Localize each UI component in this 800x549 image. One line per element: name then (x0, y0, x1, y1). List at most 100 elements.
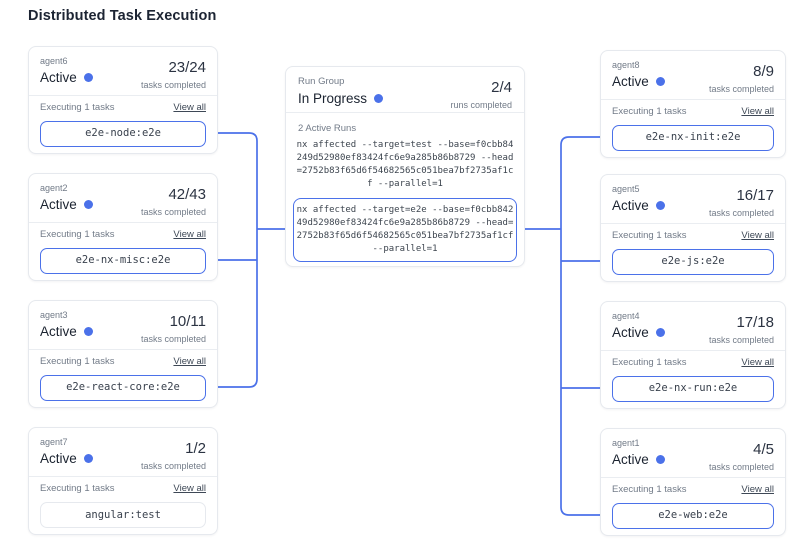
agent-card-agent3: agent3 Active 10/11 tasks completed Exec… (28, 300, 218, 408)
executing-label: Executing 1 tasks (612, 230, 686, 241)
executing-label: Executing 1 tasks (612, 357, 686, 368)
tasks-count: 23/24 (141, 59, 206, 76)
agent-name: agent6 (40, 56, 93, 66)
view-all-link[interactable]: View all (173, 356, 206, 367)
view-all-link[interactable]: View all (741, 230, 774, 241)
card-divider (286, 112, 524, 113)
agent-card-header: agent1 Active 4/5 tasks completed (601, 429, 785, 472)
tasks-count: 8/9 (709, 63, 774, 80)
run-group-status-label: In Progress (298, 91, 367, 106)
agent-status-label: Active (612, 325, 649, 340)
active-status-dot (84, 200, 93, 209)
active-runs-label: 2 Active Runs (298, 123, 356, 134)
run-group-label: Run Group (298, 76, 383, 87)
view-all-link[interactable]: View all (173, 102, 206, 113)
card-divider (601, 99, 785, 100)
agent-name: agent3 (40, 310, 93, 320)
agent-card-agent4: agent4 Active 17/18 tasks completed Exec… (600, 301, 786, 409)
task-pill[interactable]: angular:test (40, 502, 206, 528)
agent-name: agent7 (40, 437, 93, 447)
agent-card-agent2: agent2 Active 42/43 tasks completed Exec… (28, 173, 218, 281)
agent-name: agent8 (612, 60, 665, 70)
agent-status-label: Active (612, 74, 649, 89)
card-divider (601, 477, 785, 478)
card-divider (29, 476, 217, 477)
agent-status-label: Active (612, 452, 649, 467)
executing-label: Executing 1 tasks (40, 356, 114, 367)
task-pill[interactable]: e2e-web:e2e (612, 503, 774, 529)
page-title: Distributed Task Execution (28, 8, 216, 24)
agent-name: agent1 (612, 438, 665, 448)
tasks-count-label: tasks completed (709, 462, 774, 472)
task-pill[interactable]: e2e-nx-run:e2e (612, 376, 774, 402)
task-pill[interactable]: e2e-react-core:e2e (40, 375, 206, 401)
agent-name: agent2 (40, 183, 93, 193)
run-command-highlighted[interactable]: nx affected --target=e2e --base=f0cbb842… (293, 198, 517, 262)
run-group-card: Run Group In Progress 2/4 runs completed… (285, 66, 525, 267)
active-status-dot (656, 328, 665, 337)
view-all-link[interactable]: View all (173, 229, 206, 240)
agent-card-header: agent4 Active 17/18 tasks completed (601, 302, 785, 345)
agent-card-header: agent8 Active 8/9 tasks completed (601, 51, 785, 94)
card-divider (29, 349, 217, 350)
agent-status-label: Active (40, 451, 77, 466)
agent-name: agent4 (612, 311, 665, 321)
agent-card-header: agent2 Active 42/43 tasks completed (29, 174, 217, 217)
agent-card-header: agent5 Active 16/17 tasks completed (601, 175, 785, 218)
executing-label: Executing 1 tasks (40, 102, 114, 113)
active-status-dot (656, 455, 665, 464)
view-all-link[interactable]: View all (741, 357, 774, 368)
tasks-count: 42/43 (141, 186, 206, 203)
view-all-link[interactable]: View all (741, 484, 774, 495)
active-status-dot (84, 73, 93, 82)
executing-label: Executing 1 tasks (40, 229, 114, 240)
active-status-dot (84, 327, 93, 336)
tasks-count-label: tasks completed (709, 335, 774, 345)
agent-name: agent5 (612, 184, 665, 194)
view-all-link[interactable]: View all (173, 483, 206, 494)
agent-card-header: agent3 Active 10/11 tasks completed (29, 301, 217, 344)
executing-label: Executing 1 tasks (612, 484, 686, 495)
run-command: nx affected --target=test --base=f0cbb84… (294, 139, 516, 191)
tasks-count-label: tasks completed (141, 207, 206, 217)
agent-status-label: Active (40, 70, 77, 85)
executing-label: Executing 1 tasks (612, 106, 686, 117)
card-divider (601, 350, 785, 351)
agent-status-label: Active (40, 197, 77, 212)
task-pill[interactable]: e2e-nx-init:e2e (612, 125, 774, 151)
runs-count: 2/4 (450, 79, 512, 96)
card-divider (29, 95, 217, 96)
agent-status-label: Active (40, 324, 77, 339)
agent-card-agent6: agent6 Active 23/24 tasks completed Exec… (28, 46, 218, 154)
agent-card-agent8: agent8 Active 8/9 tasks completed Execut… (600, 50, 786, 158)
tasks-count-label: tasks completed (141, 334, 206, 344)
agent-status-label: Active (612, 198, 649, 213)
card-divider (601, 223, 785, 224)
agent-card-header: agent7 Active 1/2 tasks completed (29, 428, 217, 471)
tasks-count-label: tasks completed (141, 461, 206, 471)
tasks-count: 17/18 (709, 314, 774, 331)
in-progress-status-dot (374, 94, 383, 103)
agent-card-agent1: agent1 Active 4/5 tasks completed Execut… (600, 428, 786, 536)
tasks-count: 1/2 (141, 440, 206, 457)
tasks-count: 16/17 (709, 187, 774, 204)
distributed-task-execution-view: Distributed Task Execution agent6 Active… (0, 0, 800, 549)
view-all-link[interactable]: View all (741, 106, 774, 117)
task-pill[interactable]: e2e-js:e2e (612, 249, 774, 275)
runs-count-label: runs completed (450, 100, 512, 110)
active-status-dot (84, 454, 93, 463)
agent-card-agent5: agent5 Active 16/17 tasks completed Exec… (600, 174, 786, 282)
tasks-count-label: tasks completed (709, 84, 774, 94)
active-status-dot (656, 201, 665, 210)
executing-label: Executing 1 tasks (40, 483, 114, 494)
tasks-count: 10/11 (141, 313, 206, 330)
task-pill[interactable]: e2e-node:e2e (40, 121, 206, 147)
card-divider (29, 222, 217, 223)
run-group-header: Run Group In Progress 2/4 runs completed (286, 67, 524, 110)
agent-card-header: agent6 Active 23/24 tasks completed (29, 47, 217, 90)
tasks-count: 4/5 (709, 441, 774, 458)
task-pill[interactable]: e2e-nx-misc:e2e (40, 248, 206, 274)
agent-card-agent7: agent7 Active 1/2 tasks completed Execut… (28, 427, 218, 535)
tasks-count-label: tasks completed (141, 80, 206, 90)
active-status-dot (656, 77, 665, 86)
